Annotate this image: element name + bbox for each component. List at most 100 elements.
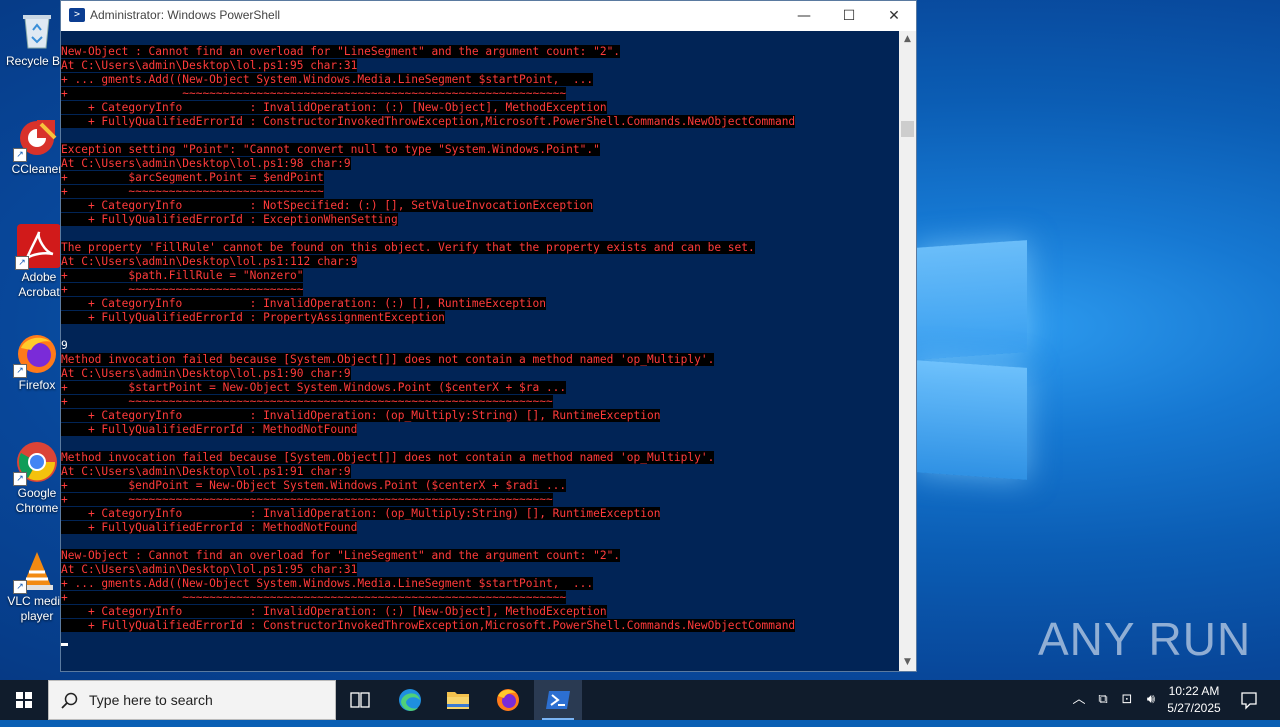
console-line: + $startPoint = New-Object System.Window… [61,381,899,395]
console-line: + CategoryInfo : InvalidOperation: (:) [… [61,297,899,311]
search-icon [61,692,78,709]
error-text: + $endPoint = New-Object System.Windows.… [61,479,567,492]
show-hidden-icons[interactable]: ︿ [1068,680,1090,720]
console-line: + ~~~~~~~~~~~~~~~~~~~~~~~~~~~~~ [61,185,899,199]
error-text: + ~~~~~~~~~~~~~~~~~~~~~~~~~~~~~~~~~~~~~~… [61,395,553,408]
console-line: + CategoryInfo : InvalidOperation: (op_M… [61,409,899,423]
error-text: + FullyQualifiedErrorId : ExceptionWhenS… [61,213,398,226]
console-prompt[interactable] [61,633,899,647]
network-icon[interactable]: ⊡ [1116,680,1138,720]
scroll-up-icon[interactable]: ▲ [899,31,916,48]
edge-icon [399,689,421,711]
chrome-icon: ↗ [13,440,59,486]
console-line: + CategoryInfo : InvalidOperation: (:) [… [61,605,899,619]
error-text: + FullyQualifiedErrorId : PropertyAssign… [61,311,445,324]
console-line: + FullyQualifiedErrorId : MethodNotFound [61,423,899,437]
error-text: + CategoryInfo : InvalidOperation: (:) [… [61,605,607,618]
output-text: 9 [61,339,68,352]
task-view-button[interactable] [336,680,384,720]
maximize-button[interactable]: ☐ [826,1,872,31]
error-text: + FullyQualifiedErrorId : MethodNotFound [61,521,358,534]
error-text: + ... gments.Add((New-Object System.Wind… [61,73,594,86]
console-line: At C:\Users\admin\Desktop\lol.ps1:91 cha… [61,465,899,479]
scroll-down-icon[interactable]: ▼ [899,654,916,671]
powershell-icon: > [69,8,85,22]
console-line: + FullyQualifiedErrorId : ConstructorInv… [61,115,899,129]
console-line: + FullyQualifiedErrorId : ConstructorInv… [61,619,899,633]
error-text: + FullyQualifiedErrorId : MethodNotFound [61,423,358,436]
taskbar-file-explorer[interactable] [434,680,482,720]
console-line: + FullyQualifiedErrorId : ExceptionWhenS… [61,213,899,227]
console-line: New-Object : Cannot find an overload for… [61,549,899,563]
desktop-icon-label: Google Chrome [15,486,59,515]
console-line: Method invocation failed because [System… [61,353,899,367]
error-text: + CategoryInfo : InvalidOperation: (:) [… [61,101,607,114]
recycle-bin-icon [15,8,59,52]
console-line: + ~~~~~~~~~~~~~~~~~~~~~~~~~~ [61,283,899,297]
console-line: Exception setting "Point": "Cannot conve… [61,143,899,157]
taskbar-firefox[interactable] [484,680,532,720]
console-line: Method invocation failed because [System… [61,451,899,465]
network-adapter-icon[interactable]: ⧉ [1092,680,1114,720]
error-text: + CategoryInfo : NotSpecified: (:) [], S… [61,199,594,212]
firefox-icon [497,689,519,711]
error-text: + $startPoint = New-Object System.Window… [61,381,567,394]
console-line: + ~~~~~~~~~~~~~~~~~~~~~~~~~~~~~~~~~~~~~~… [61,87,899,101]
console-line: + ... gments.Add((New-Object System.Wind… [61,577,899,591]
error-text: + CategoryInfo : InvalidOperation: (:) [… [61,297,546,310]
desktop-icon-label: Firefox [18,378,56,392]
task-view-icon [350,692,370,708]
console-line: At C:\Users\admin\Desktop\lol.ps1:98 cha… [61,157,899,171]
error-text: + ... gments.Add((New-Object System.Wind… [61,577,594,590]
console-line: + ~~~~~~~~~~~~~~~~~~~~~~~~~~~~~~~~~~~~~~… [61,395,899,409]
folder-icon [447,692,469,709]
window-titlebar[interactable]: > Administrator: Windows PowerShell — ☐ … [61,1,916,31]
error-text: + ~~~~~~~~~~~~~~~~~~~~~~~~~~ [61,283,304,296]
console-line: + FullyQualifiedErrorId : MethodNotFound [61,521,899,535]
error-text: At C:\Users\admin\Desktop\lol.ps1:95 cha… [61,563,358,576]
chevron-up-icon: ︿ [1072,692,1086,707]
console-line: At C:\Users\admin\Desktop\lol.ps1:95 cha… [61,59,899,73]
console-line: New-Object : Cannot find an overload for… [61,45,899,59]
error-text: At C:\Users\admin\Desktop\lol.ps1:98 cha… [61,157,351,170]
vlc-icon: ↗ [13,548,59,594]
error-text: Exception setting "Point": "Cannot conve… [61,143,600,156]
error-text: At C:\Users\admin\Desktop\lol.ps1:90 cha… [61,367,351,380]
taskbar-edge[interactable] [386,680,434,720]
console-line: + CategoryInfo : InvalidOperation: (:) [… [61,101,899,115]
start-button[interactable] [0,680,48,720]
console-output[interactable]: New-Object : Cannot find an overload for… [61,31,899,671]
notification-icon [1241,692,1257,710]
taskbar-search-box[interactable]: Type here to search [48,680,336,720]
clock-time: 10:22 AM [1168,684,1220,698]
error-text: New-Object : Cannot find an overload for… [61,45,621,58]
action-center-button[interactable] [1234,680,1264,720]
anyrun-watermark: ANY RUN [1038,613,1252,665]
error-text: + CategoryInfo : InvalidOperation: (op_M… [61,409,661,422]
desktop-icon-label: CCleaner [11,162,63,176]
console-line: + CategoryInfo : InvalidOperation: (op_M… [61,507,899,521]
error-text: At C:\Users\admin\Desktop\lol.ps1:95 cha… [61,59,358,72]
error-text: At C:\Users\admin\Desktop\lol.ps1:91 cha… [61,465,351,478]
windows-start-icon [16,692,32,708]
console-line: + ... gments.Add((New-Object System.Wind… [61,73,899,87]
vertical-scrollbar[interactable]: ▲ ▼ [899,31,916,671]
scrollbar-thumb[interactable] [901,121,914,137]
ccleaner-icon: ↗ [13,116,59,162]
error-text: + $path.FillRule = "Nonzero" [61,269,304,282]
console-line: 9 [61,339,899,353]
powershell-window[interactable]: > Administrator: Windows PowerShell — ☐ … [60,0,917,672]
console-line: + CategoryInfo : NotSpecified: (:) [], S… [61,199,899,213]
console-line: The property 'FillRule' cannot be found … [61,241,899,255]
minimize-button[interactable]: — [781,1,827,31]
error-text: Method invocation failed because [System… [61,451,715,464]
taskbar-powershell[interactable] [534,680,582,720]
system-clock[interactable]: 10:22 AM 5/27/2025 [1158,683,1230,717]
error-text: + FullyQualifiedErrorId : ConstructorInv… [61,619,796,632]
close-button[interactable]: ✕ [871,1,916,31]
desktop-icon-label: Adobe Acrobat [18,270,60,299]
console-line: At C:\Users\admin\Desktop\lol.ps1:112 ch… [61,255,899,269]
